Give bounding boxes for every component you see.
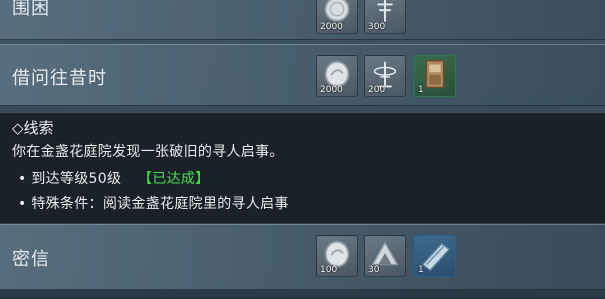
condition-text: 到达等级50级 (31, 171, 122, 187)
clue-description: 你在金盏花庭院发现一张破旧的寻人启事。 (12, 144, 284, 160)
condition-bullet: • (18, 196, 27, 212)
reward-quantity: 2000 (320, 22, 343, 32)
reward-quantity: 30 (368, 265, 380, 275)
reward-quantity: 2000 (320, 85, 343, 95)
reward-slot[interactable]: 100 (316, 235, 358, 277)
reward-slot[interactable]: 2000 (316, 55, 358, 97)
reward-slot[interactable]: 2000 (316, 0, 358, 34)
clue-heading: ◇线索 (12, 119, 54, 137)
reward-slot[interactable]: 300 (364, 0, 406, 34)
quest-title: 围困 (12, 0, 50, 19)
quest-row-next[interactable] (0, 291, 605, 299)
reward-quantity: 300 (368, 22, 386, 32)
quest-row-siege[interactable]: 围困 2000 300 (0, 0, 605, 40)
quest-row-past-times[interactable]: 借问往昔时 2000 200 1 (0, 44, 605, 106)
reward-quantity: 200 (368, 85, 386, 95)
reward-slot[interactable]: 1 (414, 235, 456, 277)
reward-slot[interactable]: 30 (364, 235, 406, 277)
condition-level: • 到达等级50级 【已达成】 (18, 168, 210, 188)
clue-panel: ◇线索 你在金盏花庭院发现一张破旧的寻人启事。 • 到达等级50级 【已达成】 … (0, 113, 605, 223)
quest-title: 密信 (12, 249, 50, 270)
reward-quantity: 1 (418, 265, 424, 275)
condition-special: • 特殊条件：阅读金盏花庭院里的寻人启事 (18, 193, 289, 213)
reward-quantity: 1 (418, 85, 424, 95)
condition-status-achieved: 【已达成】 (138, 171, 210, 187)
reward-slot[interactable]: 1 (414, 55, 456, 97)
reward-slot[interactable]: 200 (364, 55, 406, 97)
condition-text: 特殊条件：阅读金盏花庭院里的寻人启事 (31, 196, 289, 212)
quest-title: 借问往昔时 (12, 68, 107, 89)
reward-quantity: 100 (320, 265, 338, 275)
condition-bullet: • (18, 171, 27, 187)
quest-row-secret-letter[interactable]: 密信 100 30 1 (0, 224, 605, 290)
